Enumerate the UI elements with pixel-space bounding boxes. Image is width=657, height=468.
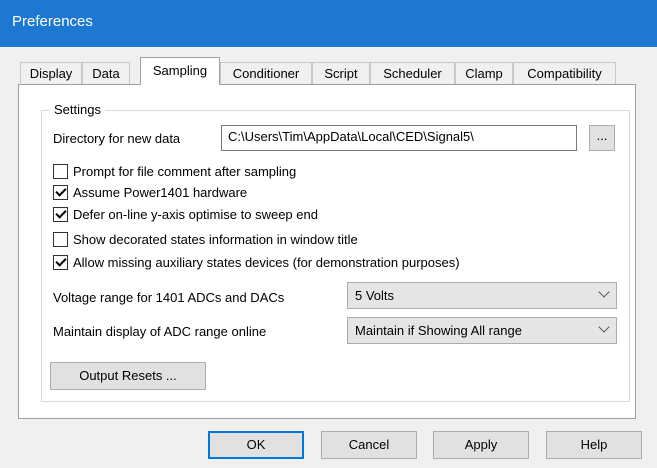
voltage-range-label: Voltage range for 1401 ADCs and DACs	[53, 290, 285, 305]
display-range-select[interactable]: Maintain if Showing All range	[347, 317, 617, 344]
directory-input[interactable]: C:\Users\Tim\AppData\Local\CED\Signal5\	[221, 125, 577, 151]
checkbox-label: Allow missing auxiliary states devices (…	[73, 255, 460, 270]
checkbox-box[interactable]	[53, 185, 68, 200]
help-button[interactable]: Help	[546, 431, 642, 459]
tab-scheduler[interactable]: Scheduler	[370, 62, 455, 84]
chevron-down-icon	[598, 321, 610, 333]
ok-button[interactable]: OK	[208, 431, 304, 459]
tab-script[interactable]: Script	[312, 62, 370, 84]
apply-button[interactable]: Apply	[433, 431, 529, 459]
tab-compatibility[interactable]: Compatibility	[513, 62, 616, 84]
display-range-value: Maintain if Showing All range	[355, 323, 522, 338]
tab-data[interactable]: Data	[82, 62, 130, 84]
tab-conditioner[interactable]: Conditioner	[220, 62, 312, 84]
checkbox-label: Defer on-line y-axis optimise to sweep e…	[73, 207, 318, 222]
tab-sampling[interactable]: Sampling	[140, 57, 220, 85]
output-resets-button[interactable]: Output Resets ...	[50, 362, 206, 390]
checkbox-box[interactable]	[53, 232, 68, 247]
browse-button[interactable]: ...	[589, 125, 615, 151]
checkbox-label: Show decorated states information in win…	[73, 232, 358, 247]
voltage-range-value: 5 Volts	[355, 288, 395, 303]
voltage-range-select[interactable]: 5 Volts	[347, 282, 617, 309]
cancel-button[interactable]: Cancel	[321, 431, 417, 459]
checkbox-label: Prompt for file comment after sampling	[73, 164, 297, 179]
chevron-down-icon	[598, 286, 610, 298]
tab-clamp[interactable]: Clamp	[455, 62, 513, 84]
checkbox-box[interactable]	[53, 164, 68, 179]
directory-label: Directory for new data	[53, 131, 181, 146]
checkbox-label: Assume Power1401 hardware	[73, 185, 248, 200]
tab-display[interactable]: Display	[20, 62, 82, 84]
window-title: Preferences	[12, 13, 93, 30]
settings-group-title: Settings	[50, 102, 105, 117]
checkbox-box[interactable]	[53, 207, 68, 222]
checkbox-box[interactable]	[53, 255, 68, 270]
display-range-label: Maintain display of ADC range online	[53, 324, 267, 339]
title-bar: Preferences	[0, 0, 657, 47]
